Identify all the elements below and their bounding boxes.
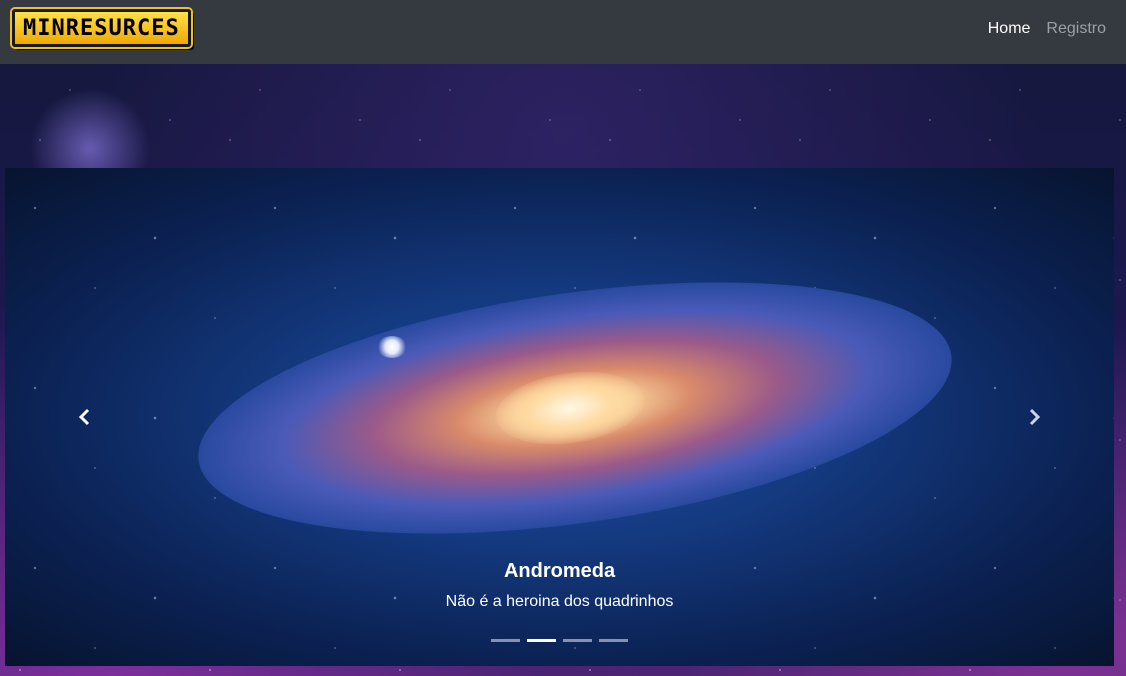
caption-text: Não é a heroina dos quadrinhos (445, 593, 674, 610)
nav-link-registro[interactable]: Registro (1046, 20, 1106, 38)
nav-link-home[interactable]: Home (988, 20, 1031, 38)
chevron-right-icon (1029, 408, 1041, 426)
carousel-indicators (5, 639, 1114, 642)
nav-links: Home Registro (988, 0, 1106, 58)
carousel-indicator-4[interactable] (599, 639, 628, 642)
carousel-indicator-1[interactable] (491, 639, 520, 642)
carousel-indicator-3[interactable] (563, 639, 592, 642)
site-logo[interactable]: MINRESURCES (12, 9, 191, 47)
logo-text: MINRESURCES (23, 15, 180, 41)
carousel-indicator-2[interactable] (527, 639, 556, 642)
image-carousel: Andromeda Não é a heroina dos quadrinhos (5, 168, 1114, 666)
chevron-left-icon (78, 408, 90, 426)
caption-title: Andromeda (503, 560, 616, 582)
navbar: MINRESURCES Home Registro (0, 0, 1126, 64)
carousel-caption: Andromeda Não é a heroina dos quadrinhos (5, 560, 1114, 611)
